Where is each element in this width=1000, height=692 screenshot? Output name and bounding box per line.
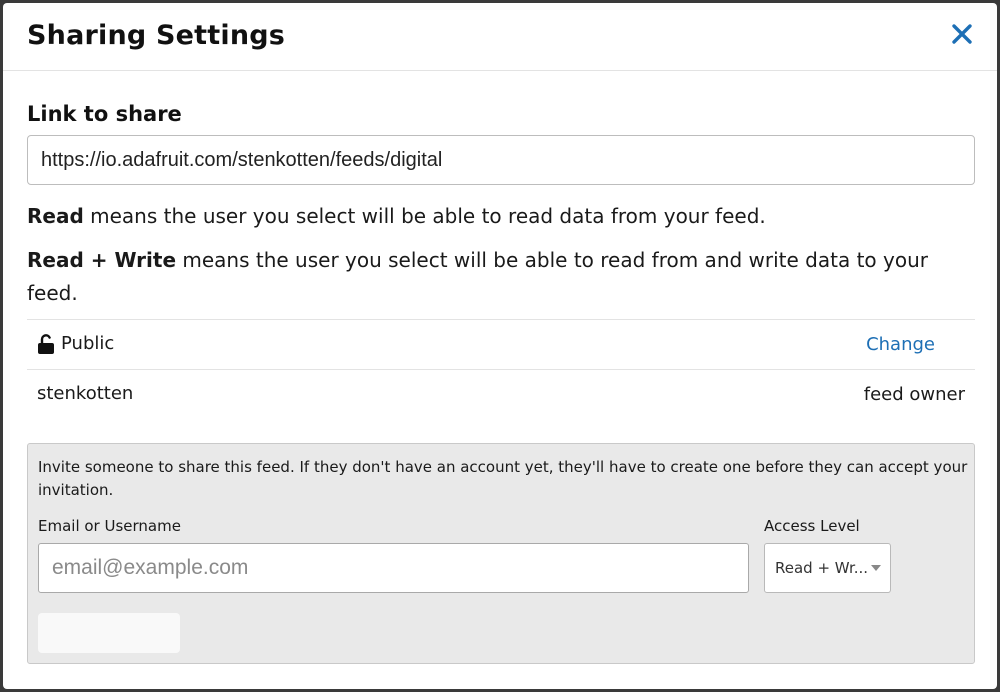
share-link-field[interactable]: [27, 135, 975, 185]
read-text: means the user you select will be able t…: [83, 204, 766, 228]
public-label-group: Public: [37, 333, 114, 354]
close-icon[interactable]: [951, 23, 973, 45]
read-description: Read means the user you select will be a…: [27, 200, 975, 233]
owner-row: stenkotten feed owner: [27, 369, 975, 419]
chevron-down-icon: [871, 565, 881, 571]
email-field[interactable]: [38, 543, 749, 593]
unlock-icon: [37, 333, 55, 354]
owner-role: feed owner: [863, 384, 965, 405]
invite-button[interactable]: [38, 613, 180, 653]
access-level-value: Read + Wr...: [775, 559, 869, 577]
change-link[interactable]: Change: [866, 334, 935, 355]
read-term: Read: [27, 204, 84, 228]
modal-header: Sharing Settings: [3, 3, 997, 71]
email-label: Email or Username: [38, 517, 181, 535]
link-label: Link to share: [27, 102, 182, 126]
invite-instructions: Invite someone to share this feed. If th…: [38, 458, 968, 499]
read-write-term: Read + Write: [27, 248, 177, 272]
public-row: Public Change: [27, 319, 975, 369]
sharing-settings-modal: Sharing Settings Link to share Read mean…: [3, 3, 997, 689]
public-label: Public: [61, 333, 115, 354]
access-level-select[interactable]: Read + Wr...: [764, 543, 891, 593]
modal-title: Sharing Settings: [27, 20, 286, 51]
invite-panel: Invite someone to share this feed. If th…: [27, 443, 975, 664]
access-level-label: Access Level: [764, 517, 860, 535]
owner-name: stenkotten: [37, 383, 134, 404]
read-write-description: Read + Write means the user you select w…: [27, 244, 975, 310]
